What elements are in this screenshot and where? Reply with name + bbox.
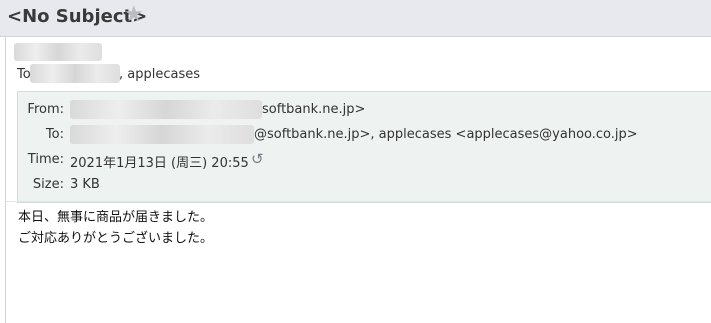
star-icon[interactable]: ★ xyxy=(124,4,144,26)
to-label: To: xyxy=(45,127,64,142)
body-line: 本日、無事に商品が届きました。 xyxy=(18,210,214,225)
redacted-from-address xyxy=(70,100,262,119)
message-header-panel: From: softbank.ne.jp> To: @softbank.ne.j… xyxy=(17,91,711,203)
from-label: From: xyxy=(27,102,64,117)
size-value: 3 KB xyxy=(70,177,100,192)
body-line: ご対応ありがとうございました。 xyxy=(18,231,214,246)
from-row: From: softbank.ne.jp> xyxy=(18,100,708,120)
time-label: Time: xyxy=(27,152,64,167)
to-row: To: @softbank.ne.jp>, applecases <applec… xyxy=(18,125,708,145)
history-icon[interactable]: ↺ xyxy=(251,150,264,168)
recipient-name[interactable]: , applecases xyxy=(119,67,200,82)
recipients-line: To , applecases xyxy=(17,64,200,83)
sender-avatar-redacted xyxy=(14,43,102,61)
email-content: To , applecases From: softbank.ne.jp> To… xyxy=(5,37,711,323)
redacted-recipient xyxy=(30,64,120,83)
header-divider xyxy=(6,201,711,202)
size-label: Size: xyxy=(32,177,64,192)
size-row: Size: 3 KB xyxy=(18,177,708,195)
time-value: 2021年1月13日 (周三) 20:55 xyxy=(70,156,249,171)
time-row: Time: 2021年1月13日 (周三) 20:55 ↺ xyxy=(18,150,708,171)
message-body: 本日、無事に商品が届きました。 ご対応ありがとうございました。 xyxy=(18,207,213,249)
title-bar: <No Subject> ★ xyxy=(0,0,711,37)
from-address[interactable]: softbank.ne.jp> xyxy=(262,102,365,117)
recipients-prefix: To xyxy=(17,67,31,82)
to-addresses[interactable]: @softbank.ne.jp>, applecases <applecases… xyxy=(254,127,638,142)
redacted-to-address xyxy=(70,125,254,144)
